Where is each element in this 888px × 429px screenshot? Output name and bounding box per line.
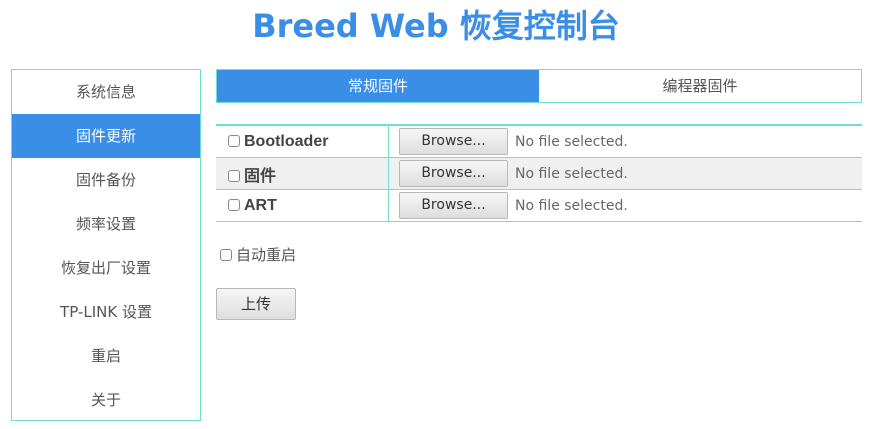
art-file-status: No file selected.	[515, 197, 628, 214]
firmware-file-table: Bootloader Browse... No file selected. 固件…	[216, 124, 862, 222]
upload-button[interactable]: 上传	[216, 288, 296, 320]
art-browse-button[interactable]: Browse...	[399, 192, 508, 219]
firmware-label-cell: 固件	[216, 157, 389, 190]
auto-reboot-label: 自动重启	[236, 246, 297, 264]
sidebar-item-factory-reset[interactable]: 恢复出厂设置	[12, 246, 200, 290]
sidebar-item-about[interactable]: 关于	[12, 378, 200, 422]
art-label: ART	[244, 196, 277, 214]
tab-programmer-firmware[interactable]: 编程器固件	[539, 70, 861, 102]
sidebar-item-reboot[interactable]: 重启	[12, 334, 200, 378]
auto-reboot-option[interactable]: 自动重启	[220, 244, 296, 265]
firmware-tabs: 常规固件 编程器固件	[216, 69, 862, 103]
bootloader-file-input: Browse... No file selected.	[388, 125, 862, 158]
bootloader-checkbox[interactable]	[228, 134, 240, 147]
sidebar-item-firmware-update[interactable]: 固件更新	[12, 114, 200, 158]
table-row: ART Browse... No file selected.	[216, 189, 863, 222]
art-checkbox[interactable]	[228, 198, 240, 211]
table-row: Bootloader Browse... No file selected.	[216, 125, 862, 158]
tab-regular-firmware[interactable]: 常规固件	[217, 70, 539, 102]
sidebar-item-tplink-settings[interactable]: TP-LINK 设置	[12, 290, 200, 334]
bootloader-file-status: No file selected.	[515, 133, 628, 150]
firmware-checkbox[interactable]	[228, 169, 240, 182]
firmware-file-input: Browse... No file selected.	[388, 157, 862, 190]
firmware-browse-button[interactable]: Browse...	[399, 160, 508, 187]
sidebar-item-frequency-settings[interactable]: 频率设置	[12, 202, 200, 246]
page-title: Breed Web 恢复控制台	[252, 7, 620, 45]
auto-reboot-checkbox[interactable]	[220, 249, 232, 261]
sidebar-item-firmware-backup[interactable]: 固件备份	[12, 158, 200, 202]
bootloader-label-cell: Bootloader	[216, 125, 389, 158]
sidebar-item-system-info[interactable]: 系统信息	[12, 70, 200, 114]
table-row: 固件 Browse... No file selected.	[216, 157, 862, 190]
firmware-label: 固件	[244, 167, 277, 185]
art-label-cell: ART	[216, 189, 389, 222]
bootloader-label: Bootloader	[244, 132, 329, 150]
sidebar-nav: 系统信息 固件更新 固件备份 频率设置 恢复出厂设置 TP-LINK 设置 重启…	[11, 69, 201, 421]
bootloader-browse-button[interactable]: Browse...	[399, 128, 508, 155]
art-file-input: Browse... No file selected.	[389, 190, 863, 222]
firmware-file-status: No file selected.	[515, 165, 628, 182]
